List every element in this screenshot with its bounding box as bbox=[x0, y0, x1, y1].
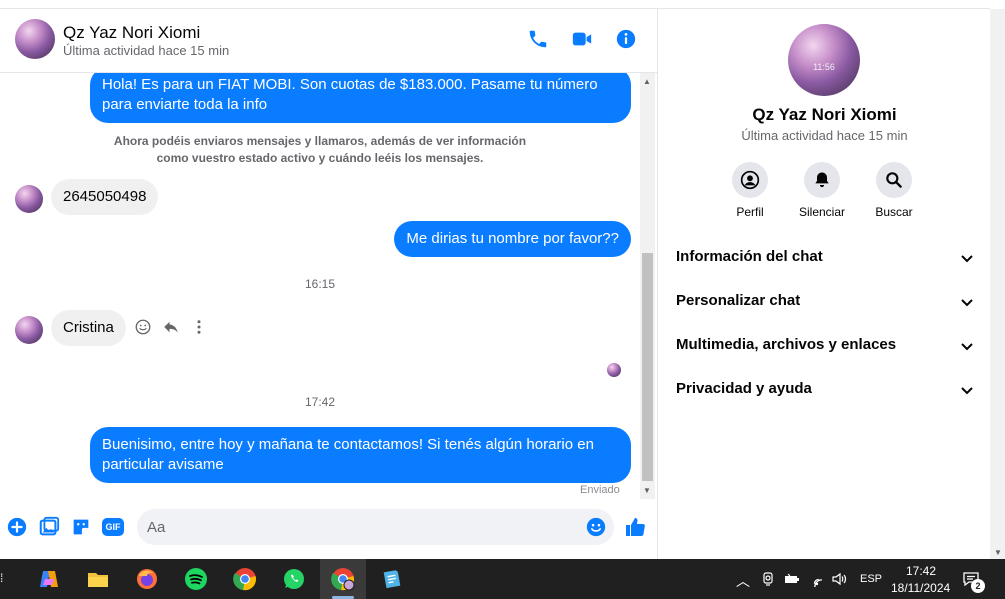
more-options-icon[interactable] bbox=[190, 318, 208, 336]
chevron-down-icon bbox=[961, 255, 973, 263]
taskbar-notepad[interactable] bbox=[369, 559, 415, 599]
wifi-icon[interactable] bbox=[809, 571, 825, 587]
taskbar-chrome-profile[interactable] bbox=[320, 559, 366, 599]
profile-icon bbox=[740, 170, 760, 190]
info-icon[interactable] bbox=[615, 28, 637, 50]
spotify-icon bbox=[185, 568, 207, 590]
taskbar-whatsapp[interactable] bbox=[271, 559, 317, 599]
taskbar-copilot[interactable] bbox=[26, 559, 72, 599]
message-composer: GIF bbox=[0, 506, 657, 551]
profile-avatar[interactable]: 11:56 bbox=[788, 24, 860, 96]
chat-panel: Qz Yaz Nori Xiomi Última actividad hace … bbox=[0, 9, 658, 559]
sender-avatar[interactable] bbox=[15, 185, 43, 213]
video-call-icon[interactable] bbox=[571, 28, 593, 50]
section-label: Privacidad y ayuda bbox=[676, 380, 812, 397]
taskbar-edge-icon: ⁞ bbox=[0, 571, 4, 585]
sender-avatar[interactable] bbox=[15, 316, 43, 344]
chevron-down-icon bbox=[961, 387, 973, 395]
contact-avatar[interactable] bbox=[15, 19, 55, 59]
section-label: Personalizar chat bbox=[676, 292, 801, 309]
image-icon[interactable] bbox=[38, 516, 60, 538]
message-outgoing[interactable]: Buenisimo, entre hoy y mañana te contact… bbox=[90, 427, 631, 483]
search-action[interactable]: Buscar bbox=[859, 162, 929, 219]
chrome-icon bbox=[233, 568, 256, 591]
scroll-thumb[interactable] bbox=[642, 253, 653, 481]
contact-name[interactable]: Qz Yaz Nori Xiomi bbox=[63, 23, 200, 43]
show-hidden-icons-chevron-icon[interactable]: ︿ bbox=[736, 571, 750, 591]
firefox-icon bbox=[137, 569, 157, 589]
taskbar-spotify[interactable] bbox=[173, 559, 219, 599]
section-customize-chat[interactable]: Personalizar chat bbox=[675, 284, 975, 320]
avatar-overlay-time: 11:56 bbox=[813, 62, 835, 72]
section-label: Información del chat bbox=[676, 248, 823, 265]
gif-button[interactable]: GIF bbox=[102, 518, 124, 536]
copilot-icon bbox=[40, 571, 58, 587]
taskbar-file-explorer[interactable] bbox=[75, 559, 121, 599]
message-input[interactable] bbox=[147, 517, 567, 537]
meet-now-icon[interactable] bbox=[760, 571, 776, 587]
section-privacy-help[interactable]: Privacidad y ayuda bbox=[675, 372, 975, 408]
message-incoming[interactable]: 2645050498 bbox=[51, 179, 159, 215]
phone-icon[interactable] bbox=[527, 28, 549, 50]
message-list[interactable]: Hola! Es para un FIAT MOBI. Son cuotas d… bbox=[0, 73, 640, 499]
bell-icon bbox=[815, 172, 829, 188]
read-receipt-avatar bbox=[607, 363, 621, 377]
conversation-info-panel: 11:56 Qz Yaz Nori Xiomi Última actividad… bbox=[659, 9, 990, 559]
profile-action-label: Perfil bbox=[736, 205, 764, 219]
message-input-container[interactable] bbox=[137, 509, 614, 545]
thumbs-up-icon[interactable] bbox=[624, 515, 648, 539]
notepad-icon bbox=[383, 570, 401, 589]
reply-icon[interactable] bbox=[162, 318, 180, 336]
sticker-icon[interactable] bbox=[70, 516, 92, 538]
search-action-label: Buscar bbox=[875, 205, 913, 219]
chrome-profile-icon bbox=[331, 568, 355, 591]
react-emoji-icon[interactable] bbox=[134, 318, 152, 336]
clock-date[interactable]: 18/11/2024 bbox=[891, 581, 950, 595]
taskbar-firefox[interactable] bbox=[124, 559, 170, 599]
volume-icon[interactable] bbox=[831, 571, 847, 587]
section-chat-info[interactable]: Información del chat bbox=[675, 240, 975, 276]
clock-time[interactable]: 17:42 bbox=[906, 564, 936, 578]
notification-badge: 2 bbox=[971, 579, 985, 593]
delivery-status: Enviado bbox=[580, 484, 620, 496]
plus-icon[interactable] bbox=[6, 516, 28, 538]
windows-taskbar: ⁞ ︿ ESP 17:42 18/11/2024 2 bbox=[0, 559, 1005, 599]
window-scrollbar[interactable]: ▼ bbox=[990, 9, 1005, 559]
message-outgoing[interactable]: Hola! Es para un FIAT MOBI. Son cuotas d… bbox=[90, 73, 631, 123]
input-language[interactable]: ESP bbox=[860, 573, 882, 585]
emoji-icon[interactable] bbox=[585, 516, 607, 538]
message-outgoing[interactable]: Me dirias tu nombre por favor?? bbox=[394, 221, 631, 257]
scroll-down-arrow-icon[interactable]: ▼ bbox=[994, 548, 1002, 557]
scroll-up-arrow-icon[interactable]: ▲ bbox=[643, 77, 651, 86]
search-icon bbox=[886, 172, 902, 188]
message-incoming[interactable]: Cristina bbox=[51, 310, 126, 346]
system-notice: Ahora podéis enviaros mensajes y llamaro… bbox=[113, 134, 527, 165]
battery-icon[interactable] bbox=[784, 571, 800, 587]
contact-status: Última actividad hace 15 min bbox=[63, 43, 230, 58]
section-label: Multimedia, archivos y enlaces bbox=[676, 336, 897, 353]
app-window: Qz Yaz Nori Xiomi Última actividad hace … bbox=[0, 0, 1005, 599]
mute-action[interactable]: Silenciar bbox=[787, 162, 857, 219]
timestamp-divider: 17:42 bbox=[304, 395, 336, 409]
whatsapp-icon bbox=[284, 569, 304, 589]
mute-action-label: Silenciar bbox=[798, 205, 846, 219]
scroll-down-arrow-icon[interactable]: ▼ bbox=[643, 486, 651, 495]
message-scrollbar[interactable]: ▲ ▼ bbox=[640, 73, 655, 499]
chevron-down-icon bbox=[961, 299, 973, 307]
profile-status: Última actividad hace 15 min bbox=[741, 128, 908, 143]
profile-action[interactable]: Perfil bbox=[715, 162, 785, 219]
profile-name: Qz Yaz Nori Xiomi bbox=[752, 105, 897, 124]
folder-icon bbox=[88, 573, 108, 587]
taskbar-chrome[interactable] bbox=[222, 559, 268, 599]
chat-header: Qz Yaz Nori Xiomi Última actividad hace … bbox=[0, 9, 657, 73]
chevron-down-icon bbox=[961, 343, 973, 351]
section-media-files[interactable]: Multimedia, archivos y enlaces bbox=[675, 328, 975, 364]
timestamp-divider: 16:15 bbox=[304, 277, 336, 291]
